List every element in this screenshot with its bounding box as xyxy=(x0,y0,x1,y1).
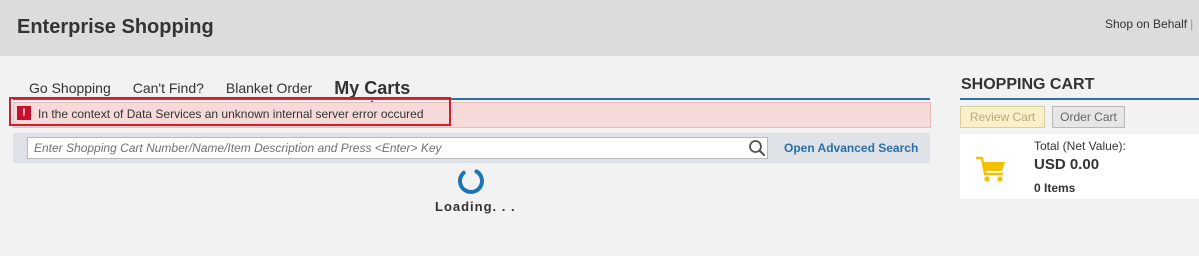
nav-go-shopping[interactable]: Go Shopping xyxy=(29,78,111,98)
shopping-cart-title: SHOPPING CART xyxy=(961,76,1095,93)
cart-title-underline xyxy=(960,98,1199,100)
search-input[interactable] xyxy=(27,137,768,159)
total-net-value: USD 0.00 xyxy=(1034,156,1100,173)
nav-blanket-order[interactable]: Blanket Order xyxy=(226,78,312,98)
review-cart-button[interactable]: Review Cart xyxy=(960,106,1045,128)
shop-on-behalf-label[interactable]: Shop on Behalf xyxy=(1105,17,1187,31)
header-separator: | xyxy=(1190,17,1194,31)
nav-cant-find[interactable]: Can't Find? xyxy=(133,78,204,98)
order-cart-button[interactable]: Order Cart xyxy=(1052,106,1125,128)
shop-on-behalf-link[interactable]: Shop on Behalf | xyxy=(1105,17,1193,31)
total-net-value-label: Total (Net Value): xyxy=(1034,139,1126,153)
loading-spinner-icon xyxy=(458,168,484,194)
loading-text: Loading. . . xyxy=(435,199,516,214)
error-highlight-frame xyxy=(9,97,451,126)
search-icon[interactable] xyxy=(748,139,766,157)
app-title: Enterprise Shopping xyxy=(17,16,214,38)
advanced-search-link[interactable]: Open Advanced Search xyxy=(784,141,918,155)
nav-my-carts[interactable]: My Carts xyxy=(334,78,410,105)
app-header: Enterprise Shopping Shop on Behalf | xyxy=(0,0,1199,56)
cart-item-count: 0 Items xyxy=(1034,181,1076,195)
shopping-cart-icon xyxy=(975,156,1005,182)
main-nav: Go Shopping Can't Find? Blanket Order My… xyxy=(29,74,432,105)
